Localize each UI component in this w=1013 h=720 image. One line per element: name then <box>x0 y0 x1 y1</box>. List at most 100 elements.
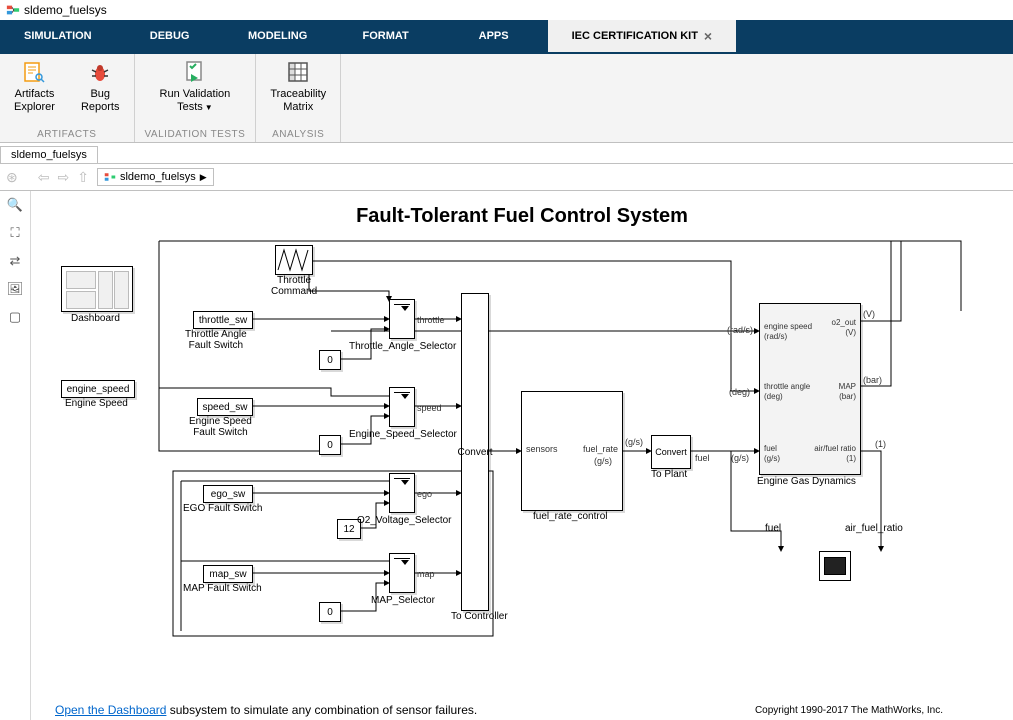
map-selector-label: MAP_Selector <box>371 595 435 606</box>
frc-unit: (g/s) <box>594 456 612 466</box>
map-port-label: map <box>417 569 435 579</box>
hide-explorer-icon[interactable]: ⊛ <box>6 169 18 186</box>
frc-label: fuel_rate_control <box>533 511 608 522</box>
dashboard-block[interactable] <box>61 266 133 312</box>
eng-in1: engine speed <box>764 322 812 331</box>
speed-sw-block[interactable]: speed_sw <box>197 398 253 416</box>
tab-apps[interactable]: APPS <box>440 20 548 52</box>
titlebar: sldemo_fuelsys <box>0 0 1013 20</box>
tab-debug[interactable]: DEBUG <box>116 20 224 52</box>
const-0-map[interactable]: 0 <box>319 602 341 622</box>
eng-in2: throttle angle <box>764 382 810 391</box>
ribbon-group-artifacts-label: ARTIFACTS <box>37 129 96 140</box>
sig-deg: (deg) <box>729 387 750 397</box>
run-validation-label: Run Validation Tests▼ <box>160 88 231 114</box>
convert-to-controller-block[interactable]: Convert <box>461 293 489 611</box>
ego-sw-label: EGO Fault Switch <box>183 503 262 514</box>
sig-one: (1) <box>875 439 886 449</box>
sig-rads: (rad/s) <box>727 325 753 335</box>
ego-sw-block[interactable]: ego_sw <box>203 485 253 503</box>
map-sw-block[interactable]: map_sw <box>203 565 253 583</box>
open-dashboard-link[interactable]: Open the Dashboard <box>55 703 166 717</box>
diagram-title: Fault-Tolerant Fuel Control System <box>31 205 1013 228</box>
bug-reports-label: Bug Reports <box>81 88 120 114</box>
speed-selector-block[interactable] <box>389 387 415 427</box>
air-fuel-label: air_fuel_ratio <box>845 523 903 534</box>
model-canvas[interactable]: Fault-Tolerant Fuel Control System <box>31 191 1013 720</box>
eng-out3: air/fuel ratio <box>814 444 856 453</box>
const-0-speed[interactable]: 0 <box>319 435 341 455</box>
to-controller-label: To Controller <box>451 611 508 622</box>
bug-icon <box>88 60 112 84</box>
const-0-throttle[interactable]: 0 <box>319 350 341 370</box>
simulink-icon <box>6 3 20 17</box>
sig-fuel-1: fuel <box>695 453 710 463</box>
eng-in1-u: (rad/s) <box>764 332 787 341</box>
box-icon[interactable]: ▢ <box>7 309 23 325</box>
speed-sw-label: Engine Speed Fault Switch <box>189 416 252 438</box>
tab-simulation[interactable]: SIMULATION <box>0 20 116 52</box>
convert-to-plant-block[interactable]: Convert <box>651 435 691 469</box>
throttle-selector-label: Throttle_Angle_Selector <box>349 341 456 352</box>
bug-reports-button[interactable]: Bug Reports <box>77 58 124 116</box>
tab-modeling[interactable]: MODELING <box>224 20 332 52</box>
eng-in3-u: (g/s) <box>764 454 780 463</box>
throttle-command-block[interactable] <box>275 245 313 275</box>
engine-speed-label: Engine Speed <box>65 398 128 409</box>
fit-icon[interactable]: ⛶ <box>7 225 23 241</box>
nav-up-icon: ⇧ <box>77 169 89 186</box>
frc-sensors-port: sensors <box>526 444 558 454</box>
annotation-footer: Open the Dashboard subsystem to simulate… <box>55 703 989 717</box>
tab-format[interactable]: FORMAT <box>332 20 440 52</box>
breadcrumb-label: sldemo_fuelsys <box>120 171 196 183</box>
eng-out3-u: (1) <box>846 454 856 463</box>
fuel-label: fuel <box>765 523 781 534</box>
sig-gs-2: (g/s) <box>731 453 749 463</box>
swap-icon[interactable]: ⇄ <box>7 253 23 269</box>
ribbon-tabstrip: SIMULATION DEBUG MODELING FORMAT APPS IE… <box>0 20 1013 54</box>
throttle-selector-block[interactable] <box>389 299 415 339</box>
artifacts-explorer-icon <box>22 60 46 84</box>
fuel-rate-control-block[interactable]: sensors fuel_rate (g/s) <box>521 391 623 511</box>
map-selector-block[interactable] <box>389 553 415 593</box>
speed-port-label: speed <box>417 403 442 413</box>
image-icon[interactable]: 🖼 <box>7 281 23 297</box>
throttle-port-label: throttle <box>417 315 445 325</box>
breadcrumb[interactable]: sldemo_fuelsys ▶ <box>97 168 214 186</box>
nav-back-icon[interactable]: ⇦ <box>38 169 50 186</box>
tab-iec-certification-kit[interactable]: IEC CERTIFICATION KIT × <box>548 20 736 52</box>
to-plant-label: To Plant <box>651 469 687 480</box>
document-tab[interactable]: sldemo_fuelsys <box>0 146 98 163</box>
window-title: sldemo_fuelsys <box>24 3 107 17</box>
ribbon: Artifacts Explorer Bug Reports ARTIFACTS… <box>0 54 1013 143</box>
chevron-down-icon: ▼ <box>205 103 213 112</box>
footer-text: subsystem to simulate any combination of… <box>166 703 477 717</box>
run-validation-tests-button[interactable]: Run Validation Tests▼ <box>156 58 235 116</box>
map-sw-label: MAP Fault Switch <box>183 583 262 594</box>
zoom-icon[interactable]: 🔍 <box>7 197 23 213</box>
engine-speed-block[interactable]: engine_speed <box>61 380 135 398</box>
o2-selector-block[interactable] <box>389 473 415 513</box>
o2-selector-label: O2_Voltage_Selector <box>357 515 452 526</box>
traceability-matrix-button[interactable]: Traceability Matrix <box>266 58 330 116</box>
artifacts-explorer-button[interactable]: Artifacts Explorer <box>10 58 59 116</box>
speed-selector-label: Engine_Speed_Selector <box>349 429 457 440</box>
eng-out1: o2_out <box>832 318 856 327</box>
engine-gas-dynamics-block[interactable]: engine speed (rad/s) throttle angle (deg… <box>759 303 861 475</box>
explorer-toolbar: ⊛ ⇦ ⇨ ⇧ sldemo_fuelsys ▶ <box>0 164 1013 191</box>
left-palette: 🔍 ⛶ ⇄ 🖼 ▢ <box>0 191 31 720</box>
eng-in3: fuel <box>764 444 777 453</box>
frc-fuelrate-port: fuel_rate <box>583 444 618 454</box>
throttle-command-label: Throttle Command <box>271 275 317 297</box>
ribbon-group-analysis: Traceability Matrix ANALYSIS <box>256 54 341 142</box>
close-icon[interactable]: × <box>704 28 712 44</box>
nav-forward-icon: ⇨ <box>57 169 69 186</box>
throttle-sw-label: Throttle Angle Fault Switch <box>185 329 247 351</box>
document-tab-bar: sldemo_fuelsys <box>0 143 1013 164</box>
sig-v: (V) <box>863 309 875 319</box>
ribbon-group-artifacts: Artifacts Explorer Bug Reports ARTIFACTS <box>0 54 135 142</box>
scope-block[interactable] <box>819 551 851 581</box>
throttle-sw-block[interactable]: throttle_sw <box>193 311 253 329</box>
ribbon-group-validation-label: VALIDATION TESTS <box>145 129 246 140</box>
o2-port-label: ego <box>417 489 432 499</box>
